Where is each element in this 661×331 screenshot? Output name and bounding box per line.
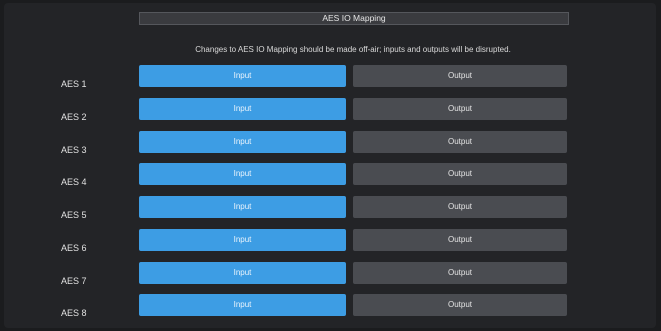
aes-channel-label: AES 8 (61, 308, 87, 318)
aes-1-input-button[interactable]: Input (139, 65, 346, 87)
aes-channel-label: AES 1 (61, 79, 87, 89)
aes-row-8: AES 8 Input Output (0, 294, 661, 318)
aes-5-output-button[interactable]: Output (353, 196, 567, 218)
aes-5-input-button[interactable]: Input (139, 196, 346, 218)
aes-row-3: AES 3 Input Output (0, 131, 661, 155)
aes-7-output-button[interactable]: Output (353, 262, 567, 284)
aes-channel-label: AES 2 (61, 112, 87, 122)
aes-8-output-button[interactable]: Output (353, 294, 567, 316)
aes-row-5: AES 5 Input Output (0, 196, 661, 220)
aes-row-6: AES 6 Input Output (0, 229, 661, 253)
aes-channel-label: AES 5 (61, 210, 87, 220)
aes-row-1: AES 1 Input Output (0, 65, 661, 89)
aes-2-output-button[interactable]: Output (353, 98, 567, 120)
aes-4-input-button[interactable]: Input (139, 163, 346, 185)
page-title: AES IO Mapping (139, 12, 569, 25)
aes-channel-label: AES 4 (61, 177, 87, 187)
aes-channel-label: AES 3 (61, 145, 87, 155)
aes-row-4: AES 4 Input Output (0, 163, 661, 187)
aes-7-input-button[interactable]: Input (139, 262, 346, 284)
aes-8-input-button[interactable]: Input (139, 294, 346, 316)
aes-4-output-button[interactable]: Output (353, 163, 567, 185)
aes-row-2: AES 2 Input Output (0, 98, 661, 122)
aes-2-input-button[interactable]: Input (139, 98, 346, 120)
off-air-warning: Changes to AES IO Mapping should be made… (195, 45, 511, 54)
aes-3-output-button[interactable]: Output (353, 131, 567, 153)
aes-channel-label: AES 7 (61, 276, 87, 286)
aes-6-input-button[interactable]: Input (139, 229, 346, 251)
aes-1-output-button[interactable]: Output (353, 65, 567, 87)
aes-6-output-button[interactable]: Output (353, 229, 567, 251)
aes-row-7: AES 7 Input Output (0, 262, 661, 286)
aes-channel-label: AES 6 (61, 243, 87, 253)
aes-3-input-button[interactable]: Input (139, 131, 346, 153)
